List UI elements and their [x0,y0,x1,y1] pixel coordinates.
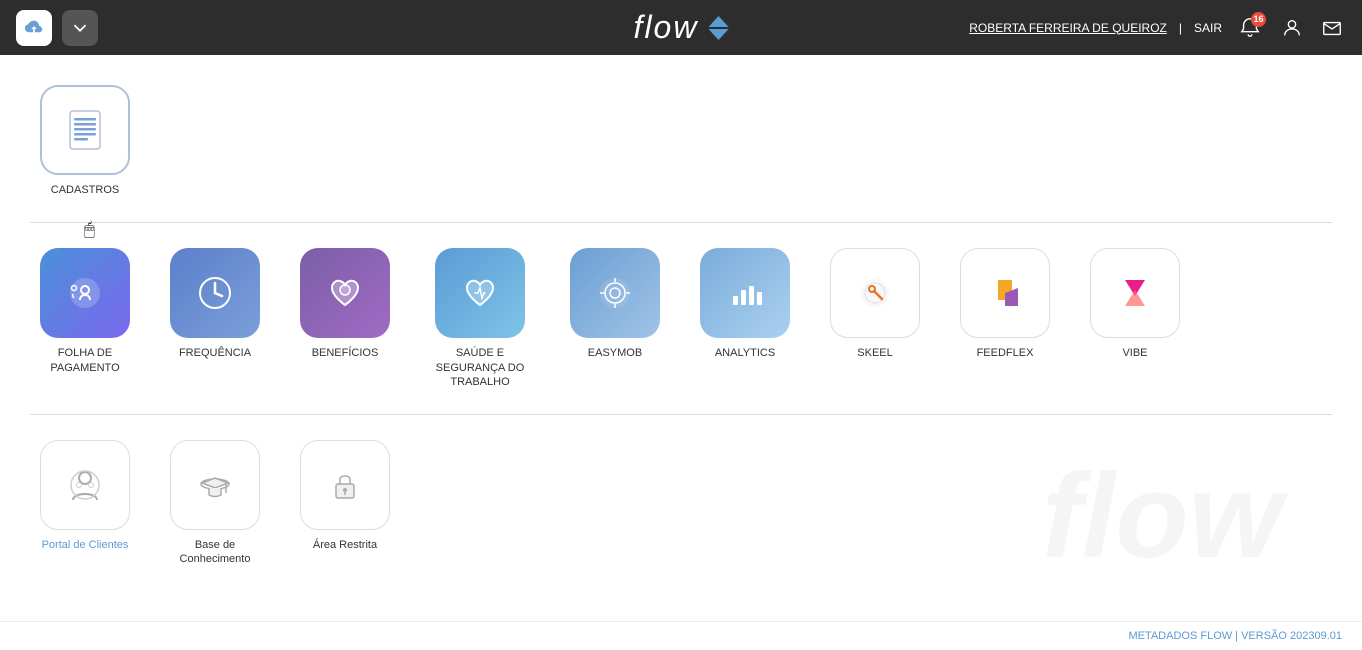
app-beneficios[interactable]: BENEFÍCIOS [290,248,400,389]
analytics-label: ANALYTICS [715,346,775,360]
portal-icon [40,440,130,530]
cadastros-grid: CADASTROS [30,75,1332,207]
section-main-apps: FOLHA DE PAGAMENTO FREQUÊNCIA [30,238,1332,399]
portal-label: Portal de Clientes [42,538,129,552]
restrita-icon [300,440,390,530]
app-feedflex[interactable]: FEEDFLEX [950,248,1060,389]
header-left [16,10,98,46]
restrita-label: Área Restrita [313,538,377,552]
section-links: Portal de Clientes Base de Conhecimento [30,430,1332,577]
frequencia-icon [170,248,260,338]
home-icon-button[interactable] [16,10,52,46]
cadastros-label: CADASTROS [51,183,119,197]
notifications-button[interactable]: 16 [1234,12,1266,44]
app-frequencia[interactable]: FREQUÊNCIA [160,248,270,389]
notif-count-badge: 16 [1251,12,1266,27]
frequencia-label: FREQUÊNCIA [179,346,251,360]
skeel-label: SKEEL [857,346,892,360]
analytics-icon [700,248,790,338]
app-restrita[interactable]: Área Restrita [290,440,400,567]
folha-icon [40,248,130,338]
app-cadastros[interactable]: CADASTROS [30,85,140,197]
footer-label: METADADOS FLOW | VERSÃO 202309.01 [1128,630,1342,642]
base-label: Base de Conhecimento [160,538,270,567]
user-name-link[interactable]: ROBERTA FERREIRA DE QUEIROZ [969,21,1167,35]
divider-1 [30,222,1332,223]
saude-icon [435,248,525,338]
user-profile-button[interactable] [1278,14,1306,42]
app-analytics[interactable]: ANALYTICS [690,248,800,389]
folha-label: FOLHA DE PAGAMENTO [30,346,140,375]
feedflex-icon [960,248,1050,338]
beneficios-icon [300,248,390,338]
feedflex-label: FEEDFLEX [977,346,1034,360]
main-apps-grid: FOLHA DE PAGAMENTO FREQUÊNCIA [30,238,1332,399]
logout-link: | [1179,21,1182,35]
saude-label: SAÚDE E SEGURANÇA DO TRABALHO [420,346,540,389]
base-icon [170,440,260,530]
header-right: ROBERTA FERREIRA DE QUEIROZ | SAIR 16 [969,12,1346,44]
app-vibe[interactable]: VIBE [1080,248,1190,389]
header-logo: flow [634,9,729,46]
main-content: CADASTROS 🖱 FOLHA DE PAGAMENTO [0,55,1362,645]
beneficios-label: BENEFÍCIOS [312,346,379,360]
terminal-icon-button[interactable] [62,10,98,46]
app-header: flow ROBERTA FERREIRA DE QUEIROZ | SAIR … [0,0,1362,55]
vibe-icon [1090,248,1180,338]
logout-button[interactable]: SAIR [1194,21,1222,35]
app-portal[interactable]: Portal de Clientes [30,440,140,567]
divider-2 [30,414,1332,415]
app-footer: METADADOS FLOW | VERSÃO 202309.01 [0,621,1362,650]
app-folha[interactable]: FOLHA DE PAGAMENTO [30,248,140,389]
mail-button[interactable] [1318,14,1346,42]
easymob-icon [570,248,660,338]
links-grid: Portal de Clientes Base de Conhecimento [30,430,1332,577]
section-cadastros: CADASTROS 🖱 [30,75,1332,207]
app-saude[interactable]: SAÚDE E SEGURANÇA DO TRABALHO [420,248,540,389]
vibe-label: VIBE [1122,346,1147,360]
skeel-icon [830,248,920,338]
app-skeel[interactable]: SKEEL [820,248,930,389]
logo-text: flow [634,9,699,46]
easymob-label: EASYMOB [588,346,642,360]
cadastros-icon [40,85,130,175]
app-easymob[interactable]: EASYMOB [560,248,670,389]
app-base[interactable]: Base de Conhecimento [160,440,270,567]
